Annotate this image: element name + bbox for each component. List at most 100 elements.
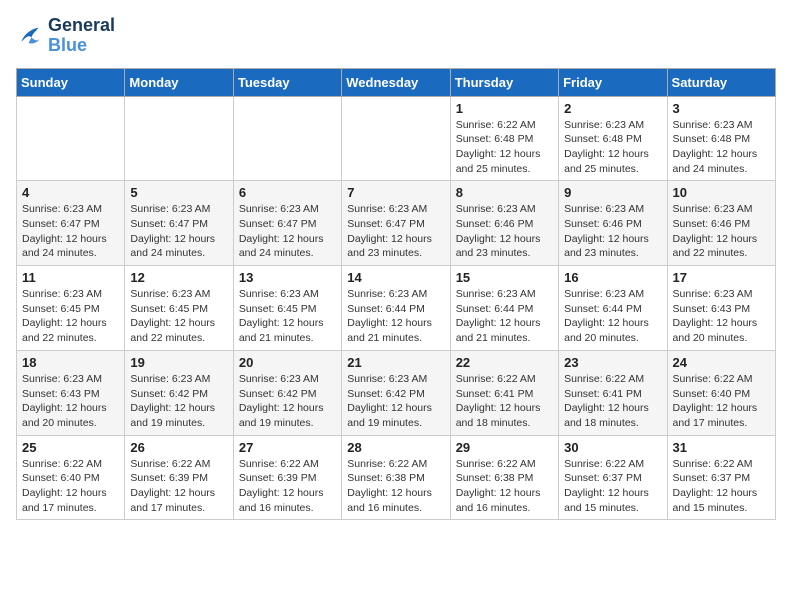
calendar-cell: 17 Sunrise: 6:23 AM Sunset: 6:43 PM Dayli…: [667, 266, 775, 351]
calendar-cell: 13 Sunrise: 6:23 AM Sunset: 6:45 PM Dayli…: [233, 266, 341, 351]
day-number: 23: [564, 355, 661, 370]
calendar-cell: 18 Sunrise: 6:23 AM Sunset: 6:43 PM Dayli…: [17, 350, 125, 435]
page-header: General Blue: [16, 16, 776, 56]
logo-icon: [16, 22, 44, 50]
day-info: Sunrise: 6:23 AM Sunset: 6:43 PM Dayligh…: [673, 287, 770, 346]
day-number: 2: [564, 101, 661, 116]
calendar-cell: 5 Sunrise: 6:23 AM Sunset: 6:47 PM Daylig…: [125, 181, 233, 266]
day-info: Sunrise: 6:23 AM Sunset: 6:46 PM Dayligh…: [456, 202, 553, 261]
calendar-cell: 29Sunrise: 6:22 AM Sunset: 6:38 PM Dayli…: [450, 435, 558, 520]
day-number: 19: [130, 355, 227, 370]
day-info: Sunrise: 6:23 AM Sunset: 6:46 PM Dayligh…: [564, 202, 661, 261]
day-number: 25: [22, 440, 119, 455]
day-number: 10: [673, 185, 770, 200]
day-number: 22: [456, 355, 553, 370]
day-number: 4: [22, 185, 119, 200]
day-info: Sunrise: 6:22 AM Sunset: 6:41 PM Dayligh…: [456, 372, 553, 431]
calendar-cell: 12 Sunrise: 6:23 AM Sunset: 6:45 PM Dayli…: [125, 266, 233, 351]
day-number: 17: [673, 270, 770, 285]
calendar-cell: 28 Sunrise: 6:22 AM Sunset: 6:38 PM Dayli…: [342, 435, 450, 520]
weekday-sunday: Sunday: [17, 68, 125, 96]
day-info: Sunrise: 6:23 AM Sunset: 6:42 PM Dayligh…: [130, 372, 227, 431]
day-number: 6: [239, 185, 336, 200]
calendar-cell: 24 Sunrise: 6:22 AM Sunset: 6:40 PM Dayli…: [667, 350, 775, 435]
day-info: Sunrise: 6:22 AM Sunset: 6:37 PM Dayligh…: [564, 457, 661, 516]
calendar-cell: 22 Sunrise: 6:22 AM Sunset: 6:41 PM Dayli…: [450, 350, 558, 435]
week-row-3: 11 Sunrise: 6:23 AM Sunset: 6:45 PM Dayli…: [17, 266, 776, 351]
day-info: Sunrise: 6:23 AM Sunset: 6:44 PM Dayligh…: [347, 287, 444, 346]
calendar-cell: [233, 96, 341, 181]
calendar-cell: 15 Sunrise: 6:23 AM Sunset: 6:44 PM Dayli…: [450, 266, 558, 351]
day-number: 30: [564, 440, 661, 455]
day-info: Sunrise: 6:22 AM Sunset: 6:38 PM Dayligh…: [347, 457, 444, 516]
day-number: 24: [673, 355, 770, 370]
calendar-cell: 8Sunrise: 6:23 AM Sunset: 6:46 PM Daylig…: [450, 181, 558, 266]
calendar-cell: [17, 96, 125, 181]
calendar-cell: 4Sunrise: 6:23 AM Sunset: 6:47 PM Daylig…: [17, 181, 125, 266]
calendar-cell: 20 Sunrise: 6:23 AM Sunset: 6:42 PM Dayli…: [233, 350, 341, 435]
day-info: Sunrise: 6:22 AM Sunset: 6:38 PM Dayligh…: [456, 457, 553, 516]
calendar-cell: 1 Sunrise: 6:22 AM Sunset: 6:48 PM Daylig…: [450, 96, 558, 181]
day-info: Sunrise: 6:22 AM Sunset: 6:40 PM Dayligh…: [673, 372, 770, 431]
day-info: Sunrise: 6:22 AM Sunset: 6:39 PM Dayligh…: [239, 457, 336, 516]
week-row-5: 25 Sunrise: 6:22 AM Sunset: 6:40 PM Dayli…: [17, 435, 776, 520]
calendar-cell: 10Sunrise: 6:23 AM Sunset: 6:46 PM Dayli…: [667, 181, 775, 266]
calendar-cell: 11 Sunrise: 6:23 AM Sunset: 6:45 PM Dayli…: [17, 266, 125, 351]
calendar-cell: 14Sunrise: 6:23 AM Sunset: 6:44 PM Dayli…: [342, 266, 450, 351]
day-info: Sunrise: 6:22 AM Sunset: 6:37 PM Dayligh…: [673, 457, 770, 516]
day-info: Sunrise: 6:23 AM Sunset: 6:47 PM Dayligh…: [130, 202, 227, 261]
day-number: 31: [673, 440, 770, 455]
week-row-4: 18 Sunrise: 6:23 AM Sunset: 6:43 PM Dayli…: [17, 350, 776, 435]
calendar-cell: 23 Sunrise: 6:22 AM Sunset: 6:41 PM Dayli…: [559, 350, 667, 435]
logo-text: General Blue: [48, 16, 115, 56]
day-info: Sunrise: 6:23 AM Sunset: 6:42 PM Dayligh…: [347, 372, 444, 431]
day-number: 12: [130, 270, 227, 285]
day-info: Sunrise: 6:23 AM Sunset: 6:45 PM Dayligh…: [22, 287, 119, 346]
calendar-cell: 7 Sunrise: 6:23 AM Sunset: 6:47 PM Daylig…: [342, 181, 450, 266]
day-number: 5: [130, 185, 227, 200]
day-number: 18: [22, 355, 119, 370]
weekday-tuesday: Tuesday: [233, 68, 341, 96]
day-info: Sunrise: 6:23 AM Sunset: 6:44 PM Dayligh…: [456, 287, 553, 346]
calendar-cell: 26 Sunrise: 6:22 AM Sunset: 6:39 PM Dayli…: [125, 435, 233, 520]
weekday-header-row: SundayMondayTuesdayWednesdayThursdayFrid…: [17, 68, 776, 96]
day-info: Sunrise: 6:22 AM Sunset: 6:41 PM Dayligh…: [564, 372, 661, 431]
day-info: Sunrise: 6:22 AM Sunset: 6:40 PM Dayligh…: [22, 457, 119, 516]
calendar-cell: 3 Sunrise: 6:23 AM Sunset: 6:48 PM Daylig…: [667, 96, 775, 181]
day-number: 1: [456, 101, 553, 116]
calendar-cell: 30 Sunrise: 6:22 AM Sunset: 6:37 PM Dayli…: [559, 435, 667, 520]
day-info: Sunrise: 6:22 AM Sunset: 6:48 PM Dayligh…: [456, 118, 553, 177]
day-info: Sunrise: 6:23 AM Sunset: 6:43 PM Dayligh…: [22, 372, 119, 431]
week-row-1: 1 Sunrise: 6:22 AM Sunset: 6:48 PM Daylig…: [17, 96, 776, 181]
day-number: 21: [347, 355, 444, 370]
week-row-2: 4 Sunrise: 6:23 AM Sunset: 6:47 PM Daylig…: [17, 181, 776, 266]
day-number: 15: [456, 270, 553, 285]
day-number: 27: [239, 440, 336, 455]
day-number: 26: [130, 440, 227, 455]
day-number: 3: [673, 101, 770, 116]
day-number: 7: [347, 185, 444, 200]
day-info: Sunrise: 6:23 AM Sunset: 6:45 PM Dayligh…: [130, 287, 227, 346]
day-info: Sunrise: 6:22 AM Sunset: 6:39 PM Dayligh…: [130, 457, 227, 516]
calendar-cell: 21 Sunrise: 6:23 AM Sunset: 6:42 PM Dayli…: [342, 350, 450, 435]
weekday-monday: Monday: [125, 68, 233, 96]
day-number: 28: [347, 440, 444, 455]
calendar-cell: [342, 96, 450, 181]
day-number: 13: [239, 270, 336, 285]
calendar-cell: 25 Sunrise: 6:22 AM Sunset: 6:40 PM Dayli…: [17, 435, 125, 520]
calendar-body: 1 Sunrise: 6:22 AM Sunset: 6:48 PM Daylig…: [17, 96, 776, 520]
day-info: Sunrise: 6:23 AM Sunset: 6:47 PM Dayligh…: [347, 202, 444, 261]
weekday-friday: Friday: [559, 68, 667, 96]
logo: General Blue: [16, 16, 115, 56]
day-info: Sunrise: 6:23 AM Sunset: 6:42 PM Dayligh…: [239, 372, 336, 431]
weekday-saturday: Saturday: [667, 68, 775, 96]
day-number: 20: [239, 355, 336, 370]
day-info: Sunrise: 6:23 AM Sunset: 6:48 PM Dayligh…: [673, 118, 770, 177]
calendar-cell: 6Sunrise: 6:23 AM Sunset: 6:47 PM Daylig…: [233, 181, 341, 266]
day-number: 16: [564, 270, 661, 285]
day-info: Sunrise: 6:23 AM Sunset: 6:45 PM Dayligh…: [239, 287, 336, 346]
day-number: 11: [22, 270, 119, 285]
calendar-table: SundayMondayTuesdayWednesdayThursdayFrid…: [16, 68, 776, 521]
day-info: Sunrise: 6:23 AM Sunset: 6:48 PM Dayligh…: [564, 118, 661, 177]
day-info: Sunrise: 6:23 AM Sunset: 6:44 PM Dayligh…: [564, 287, 661, 346]
